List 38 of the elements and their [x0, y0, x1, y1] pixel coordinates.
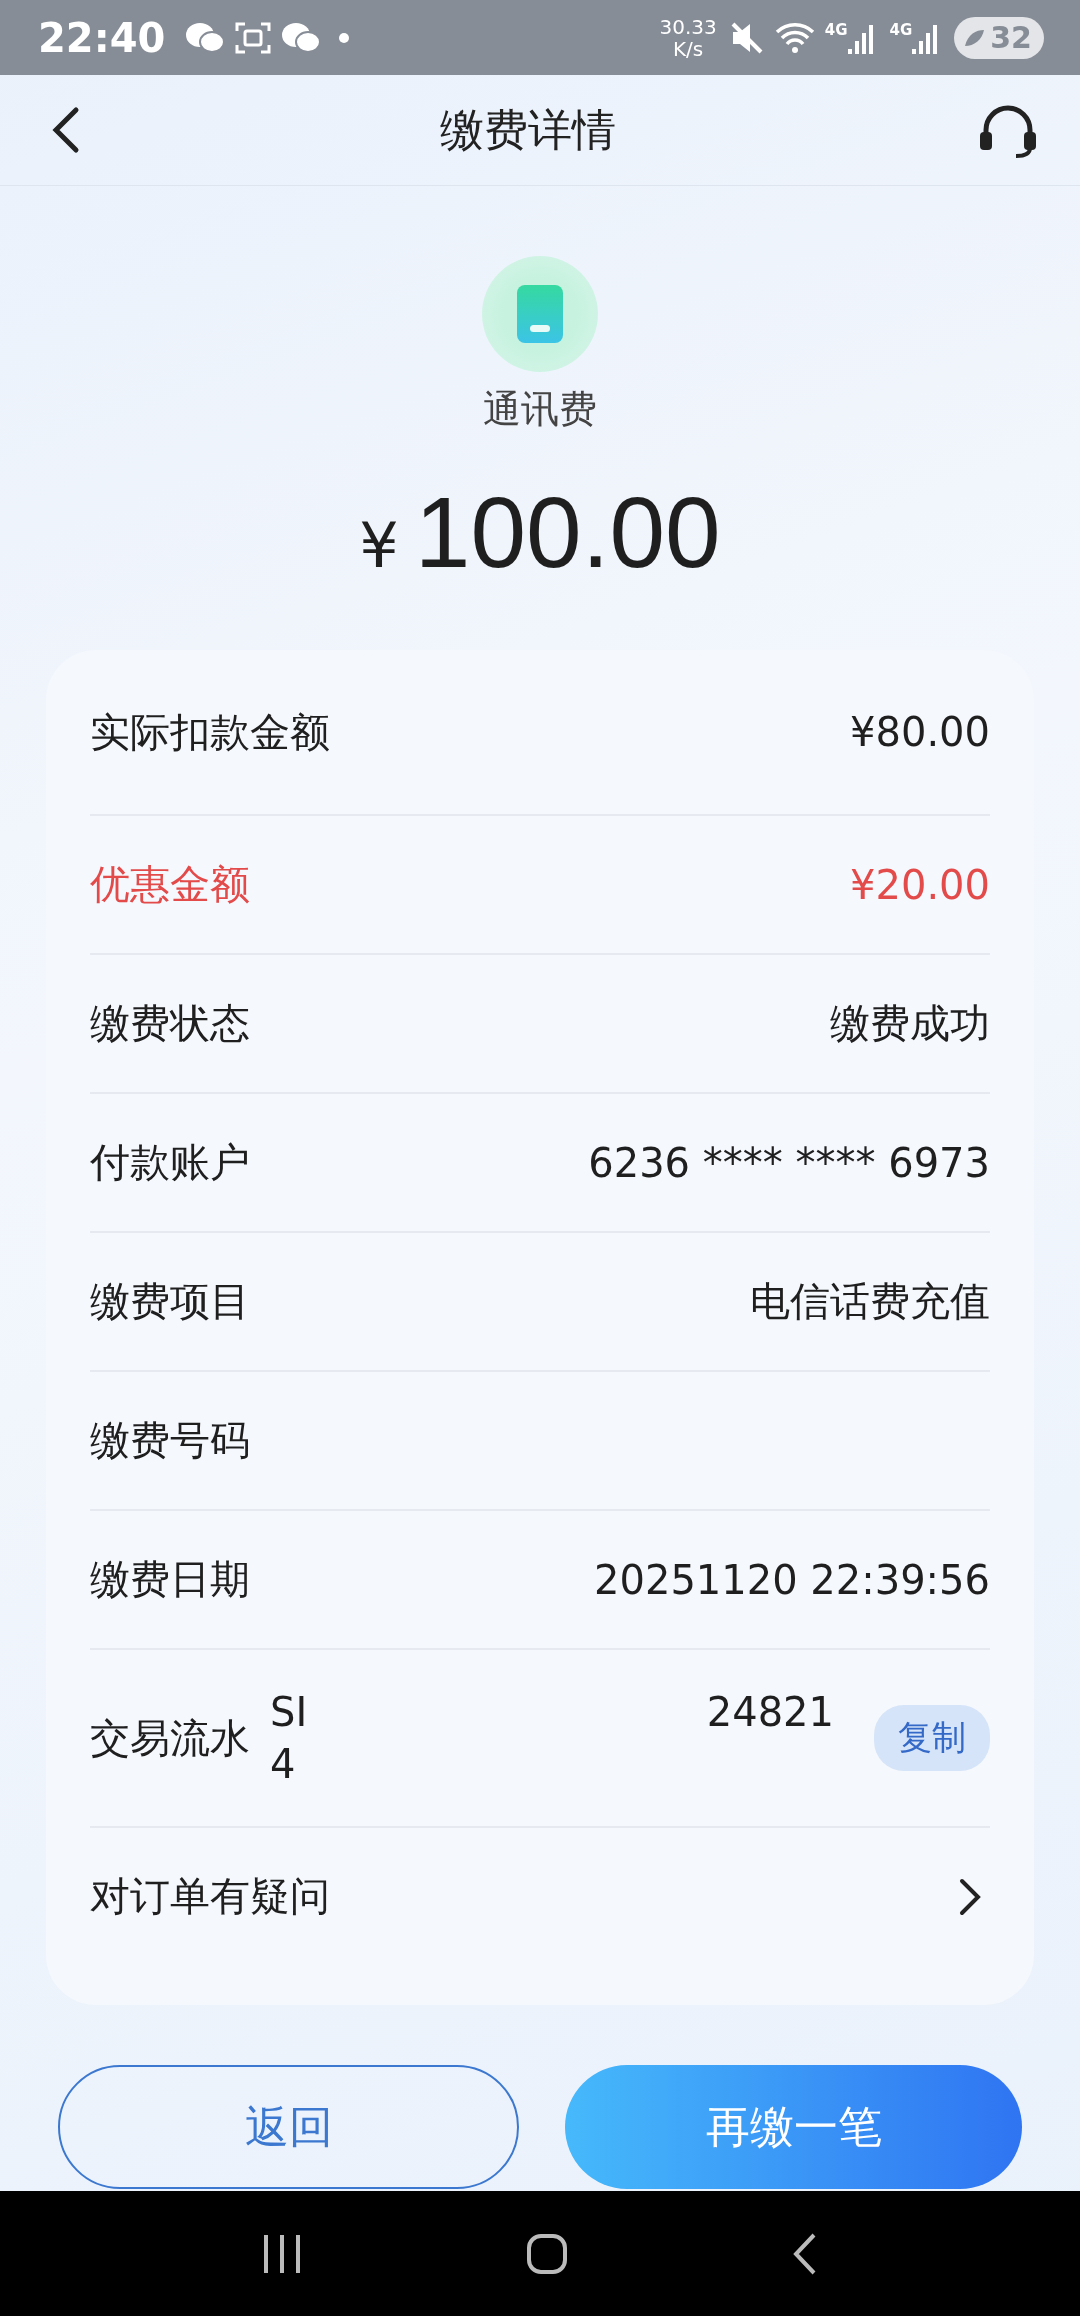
speed-unit: K/s: [672, 37, 704, 60]
chevron-right-icon: [958, 1876, 982, 1917]
field-value: ¥80.00: [850, 709, 990, 755]
field-value: 电信话费充值: [750, 1277, 990, 1326]
home-icon[interactable]: [526, 2232, 568, 2275]
copy-button[interactable]: 复制: [874, 1705, 990, 1771]
field-label: 优惠金额: [90, 860, 250, 909]
serial-fragment: 4: [270, 1740, 296, 1789]
back-icon[interactable]: [50, 106, 80, 154]
field-label: 交易流水: [90, 1713, 250, 1763]
screenshot-icon: [235, 20, 272, 55]
field-value: 6236 **** **** 6973: [588, 1139, 990, 1186]
field-label: 缴费状态: [90, 999, 250, 1048]
pay-again-button[interactable]: 再缴一笔: [565, 2065, 1022, 2189]
field-label: 缴费日期: [90, 1555, 250, 1604]
field-label[interactable]: 对订单有疑问: [90, 1869, 330, 1924]
network-speed: 30.33: [659, 15, 717, 38]
field-value: ¥20.00: [850, 861, 990, 908]
back-icon[interactable]: [792, 2231, 818, 2276]
page-title: 缴费详情: [440, 102, 616, 157]
network-type: 4G: [824, 20, 848, 39]
battery-indicator: 32: [954, 16, 1044, 59]
field-label: 缴费项目: [90, 1277, 250, 1326]
network-type: 4G: [889, 20, 913, 39]
back-button[interactable]: 返回: [58, 2065, 519, 2189]
dot-icon: [339, 32, 350, 43]
currency-symbol: ¥: [359, 509, 399, 582]
field-label: 缴费号码: [90, 1416, 250, 1465]
field-value: 缴费成功: [830, 999, 990, 1048]
serial-fragment: 24821: [706, 1688, 834, 1737]
recent-apps-icon[interactable]: [262, 2232, 302, 2275]
amount: 100.00: [414, 475, 721, 590]
field-value: 20251120 22:39:56: [594, 1556, 990, 1603]
category-label: 通讯费: [483, 386, 597, 433]
clock: 22:40: [38, 14, 166, 61]
field-label: 付款账户: [90, 1138, 250, 1187]
serial-fragment: SI: [270, 1688, 308, 1737]
field-label: 实际扣款金额: [90, 707, 330, 757]
